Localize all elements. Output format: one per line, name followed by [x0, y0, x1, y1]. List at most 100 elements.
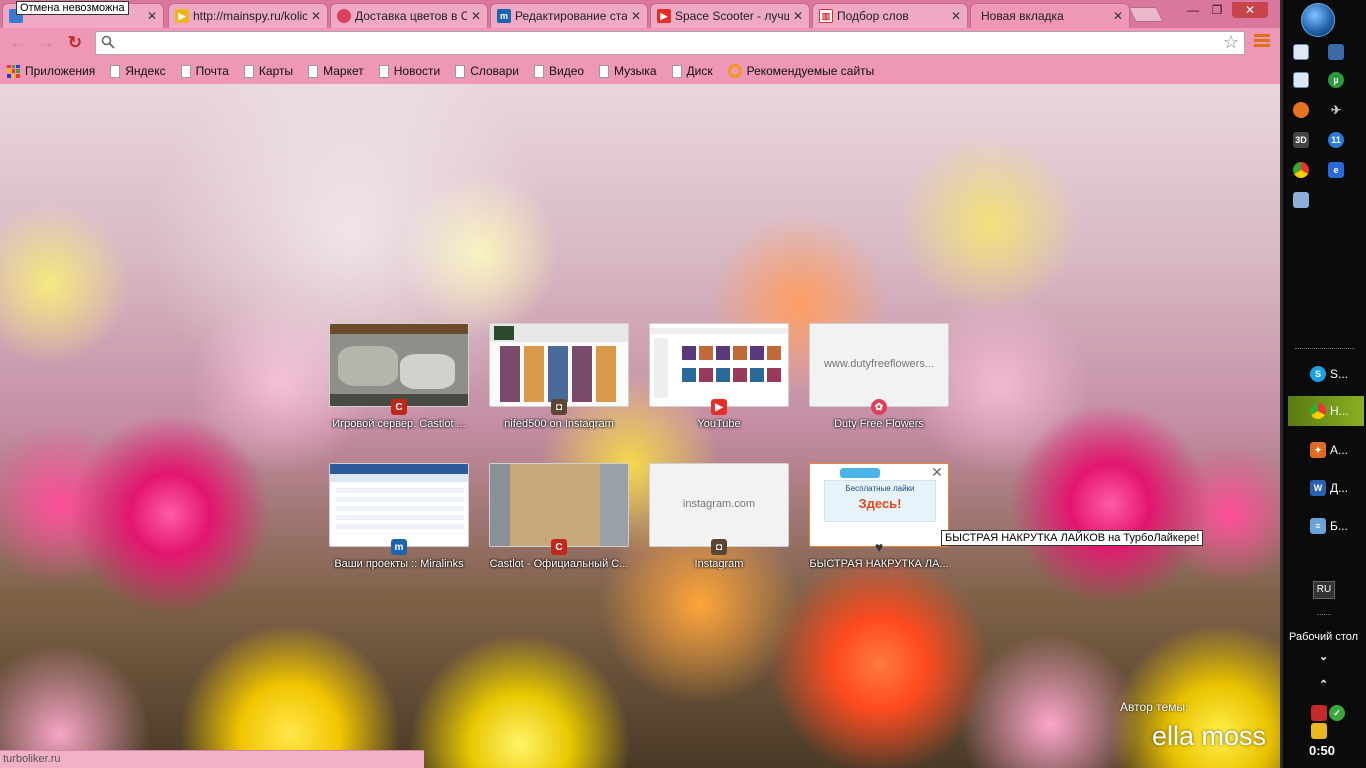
stats-icon: ▥ — [819, 9, 833, 23]
bookmark-market[interactable]: Маркет — [308, 64, 364, 78]
ie-icon[interactable]: e — [1328, 162, 1344, 178]
bookmark-maps[interactable]: Карты — [243, 64, 294, 78]
tile-label: Castlot - Официальный С... — [489, 558, 629, 570]
tab-title: Space Scooter - лучш — [675, 9, 789, 23]
bookmark-mail[interactable]: Почта — [180, 64, 229, 78]
clock: 0:50 — [1309, 743, 1336, 758]
notepad-icon: ≡ — [1310, 518, 1326, 534]
tile-thumbnail — [650, 324, 788, 406]
tile-label: YouTube — [697, 418, 741, 430]
tile-label: Duty Free Flowers — [834, 418, 924, 430]
tab-close-icon[interactable]: ✕ — [471, 9, 481, 23]
restore-button[interactable]: ❐ — [1206, 2, 1228, 18]
window-icon[interactable] — [1293, 44, 1309, 60]
bookmark-news[interactable]: Новости — [378, 64, 440, 78]
flowers-icon — [337, 9, 351, 23]
bookmark-yandex[interactable]: Яндекс — [110, 64, 166, 78]
chrome-icon[interactable] — [1293, 162, 1309, 178]
divider — [1295, 348, 1355, 349]
most-visited-tile[interactable] — [649, 323, 789, 407]
bookmark-label: Почта — [195, 64, 229, 78]
tab-close-icon[interactable]: ✕ — [631, 9, 641, 23]
tab-title: Редактирование ста — [515, 9, 627, 23]
minimize-button[interactable]: — — [1182, 2, 1204, 18]
shield-icon[interactable]: ✓ — [1329, 705, 1345, 721]
taskbar: µ ✈ 3D 11 e S S... Н... ✦ А... W Д... ≡ … — [1280, 0, 1366, 768]
task-label: Д... — [1330, 481, 1349, 495]
window-icon[interactable] — [1293, 72, 1309, 88]
tile-domain: www.dutyfreeflowers... — [823, 358, 935, 370]
chrome-menu-icon[interactable] — [1254, 34, 1270, 50]
most-visited-tile[interactable] — [329, 323, 469, 407]
tab-close-icon[interactable]: ✕ — [1113, 9, 1123, 23]
firefox-icon[interactable] — [1293, 102, 1309, 118]
bookmark-star-icon[interactable]: ☆ — [1223, 32, 1239, 53]
bookmark-apps[interactable]: Приложения — [7, 64, 95, 78]
most-visited-tile[interactable] — [329, 463, 469, 547]
tab-4[interactable]: ▶ Space Scooter - лучш ✕ — [650, 3, 810, 28]
tab-5[interactable]: ▥ Подбор слов ✕ — [812, 3, 968, 28]
tab-2[interactable]: Доставка цветов в С ✕ — [330, 3, 488, 28]
tab-1[interactable]: ▶ http://mainspy.ru/kolic ✕ — [168, 3, 328, 28]
task-label: S... — [1330, 367, 1349, 381]
tile-close-icon[interactable]: ✕ — [930, 465, 944, 480]
desktop-toolbar-label[interactable]: Рабочий стол — [1289, 631, 1358, 643]
tile-label: БЫСТРАЯ НАКРУТКА ЛА... — [809, 558, 949, 570]
language-indicator[interactable]: RU — [1313, 581, 1335, 599]
address-input[interactable] — [120, 35, 1210, 51]
tab-3[interactable]: m Редактирование ста ✕ — [490, 3, 648, 28]
start-button[interactable] — [1301, 3, 1335, 37]
tab-6[interactable]: Новая вкладка ✕ — [970, 3, 1130, 28]
users-icon[interactable] — [1311, 723, 1327, 739]
tab-close-icon[interactable]: ✕ — [793, 9, 803, 23]
forward-arrow-icon[interactable]: → — [36, 33, 56, 53]
chevron-up-icon[interactable]: ⌃ — [1319, 678, 1328, 691]
chevron-down-icon[interactable]: ⌄ — [1319, 650, 1328, 663]
omnibox[interactable]: ☆ — [95, 31, 1245, 55]
taskbar-item-notepad[interactable]: ≡ Б... — [1288, 511, 1364, 541]
app-icon[interactable]: 11 — [1328, 132, 1344, 148]
taskbar-item-avast[interactable]: ✦ А... — [1288, 435, 1364, 465]
instagram-icon: ◘ — [711, 539, 727, 555]
3d-icon[interactable]: 3D — [1293, 132, 1309, 148]
taskbar-item-word[interactable]: W Д... — [1288, 473, 1364, 503]
bookmark-dictionaries[interactable]: Словари — [455, 64, 519, 78]
youtube-icon: ▶ — [657, 9, 671, 23]
reload-icon[interactable]: ↻ — [65, 33, 85, 53]
most-visited-tile[interactable]: www.dutyfreeflowers... — [809, 323, 949, 407]
bookmark-video[interactable]: Видео — [533, 64, 584, 78]
close-button[interactable]: ✕ — [1232, 2, 1268, 18]
most-visited-tile[interactable] — [489, 323, 629, 407]
miralinks-icon: m — [391, 539, 407, 555]
tab-close-icon[interactable]: ✕ — [311, 9, 321, 23]
network-icon[interactable] — [1311, 705, 1327, 721]
page-icon — [110, 64, 121, 78]
tile-label: Instagram — [694, 558, 744, 570]
back-arrow-icon[interactable]: ← — [8, 33, 28, 53]
bookmark-disk[interactable]: Диск — [671, 64, 713, 78]
bookmark-label: Карты — [258, 64, 294, 78]
search-icon[interactable] — [1293, 192, 1309, 208]
plane-icon[interactable]: ✈ — [1328, 102, 1344, 118]
status-bubble: turboliker.ru — [0, 750, 424, 768]
tab-close-icon[interactable]: ✕ — [147, 9, 157, 23]
tile-thumbnail — [330, 324, 468, 406]
most-visited-tile[interactable]: Бесплатные лайки Здесь! — [809, 463, 949, 547]
desktop-icon[interactable] — [1328, 44, 1344, 60]
chrome-icon — [1310, 403, 1326, 419]
bookmark-recommended[interactable]: Рекомендуемые сайты — [727, 64, 874, 78]
taskbar-item-chrome[interactable]: Н... — [1288, 396, 1364, 426]
mainspy-icon: ▶ — [175, 9, 189, 23]
tab-close-icon[interactable]: ✕ — [951, 9, 961, 23]
tab-strip: ✕ ▶ http://mainspy.ru/kolic ✕ Доставка ц… — [0, 0, 1280, 28]
search-icon — [101, 35, 115, 49]
taskbar-item-skype[interactable]: S S... — [1288, 359, 1364, 389]
avast-icon: ✦ — [1310, 442, 1326, 458]
utorrent-icon[interactable]: µ — [1328, 72, 1344, 88]
bookmark-music[interactable]: Музыка — [599, 64, 657, 78]
new-tab-button[interactable] — [1128, 7, 1164, 22]
bookmark-label: Приложения — [25, 64, 96, 78]
most-visited-tile[interactable]: instagram.com — [649, 463, 789, 547]
page-icon — [533, 64, 544, 78]
most-visited-tile[interactable] — [489, 463, 629, 547]
